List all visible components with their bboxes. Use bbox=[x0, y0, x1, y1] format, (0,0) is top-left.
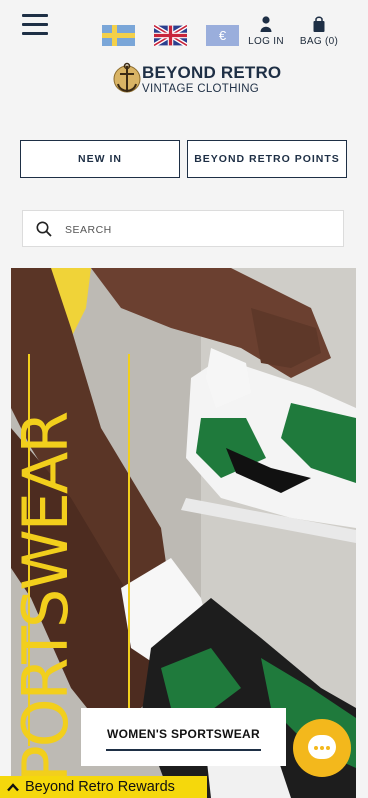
accent-line-right bbox=[128, 354, 130, 746]
search-icon bbox=[36, 221, 52, 237]
logo-title: BEYOND RETRO bbox=[142, 63, 282, 82]
womens-sportswear-label: WOMEN'S SPORTSWEAR bbox=[107, 727, 260, 741]
bag-label: BAG (0) bbox=[299, 36, 339, 47]
uk-flag-icon[interactable] bbox=[154, 25, 187, 46]
sweden-flag-icon[interactable] bbox=[102, 25, 135, 46]
new-in-button[interactable]: NEW IN bbox=[20, 140, 180, 178]
chevron-up-icon bbox=[7, 782, 19, 791]
chat-dot bbox=[320, 746, 324, 750]
search-input[interactable] bbox=[63, 219, 327, 241]
euro-currency-icon[interactable]: € bbox=[206, 25, 239, 46]
login-link[interactable]: LOG IN bbox=[246, 16, 286, 47]
chat-dot bbox=[314, 746, 318, 750]
user-icon bbox=[260, 16, 272, 32]
chat-button[interactable] bbox=[293, 719, 351, 777]
logo-subtitle: VINTAGE CLOTHING bbox=[142, 83, 260, 95]
label-underline bbox=[106, 749, 261, 751]
womens-sportswear-button[interactable]: WOMEN'S SPORTSWEAR bbox=[81, 708, 286, 766]
bag-icon bbox=[313, 16, 325, 32]
rewards-tab[interactable]: Beyond Retro Rewards bbox=[0, 776, 207, 798]
menu-icon[interactable] bbox=[22, 12, 48, 36]
login-label: LOG IN bbox=[248, 36, 284, 47]
beyond-retro-points-button[interactable]: BEYOND RETRO POINTS bbox=[187, 140, 347, 178]
beyond-retro-logo[interactable]: BEYOND RETRO VINTAGE CLOTHING bbox=[112, 60, 281, 100]
anchor-emblem-icon bbox=[113, 62, 141, 93]
search-bar[interactable] bbox=[22, 210, 344, 247]
rewards-label: Beyond Retro Rewards bbox=[25, 779, 175, 795]
bag-link[interactable]: BAG (0) bbox=[296, 16, 342, 47]
chat-dot bbox=[326, 746, 330, 750]
hero-title: SPORTSWEAR bbox=[11, 412, 82, 798]
